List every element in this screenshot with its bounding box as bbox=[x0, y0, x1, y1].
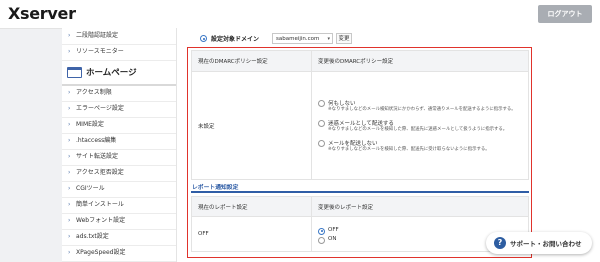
chevron-right-icon: › bbox=[68, 185, 71, 192]
chevron-down-icon: ▾ bbox=[327, 36, 330, 42]
chevron-right-icon: › bbox=[68, 121, 71, 128]
sidebar-item-two-factor[interactable]: › 二段階認証設定 bbox=[62, 28, 176, 45]
question-icon: ? bbox=[494, 237, 506, 249]
chevron-right-icon: › bbox=[68, 153, 71, 160]
sidebar-section-homepage: ホームページ bbox=[62, 62, 176, 86]
chevron-right-icon: › bbox=[68, 105, 71, 112]
xserver-logo[interactable]: Xserver bbox=[8, 4, 76, 23]
sidebar-item-error-page[interactable]: › エラーページ設定 bbox=[62, 101, 176, 118]
sidebar-item-htaccess[interactable]: › .htaccess編集 bbox=[62, 133, 176, 150]
domain-label: 設定対象ドメイン bbox=[211, 36, 260, 43]
domain-select[interactable]: sabameijin.com ▾ bbox=[272, 33, 333, 44]
sidebar-item-ads-txt[interactable]: › ads.txt設定 bbox=[62, 229, 176, 246]
chevron-right-icon: › bbox=[68, 249, 71, 256]
sidebar-item-easy-install[interactable]: › 簡単インストール bbox=[62, 197, 176, 214]
chevron-right-icon: › bbox=[68, 48, 71, 55]
sidebar-item-mime[interactable]: › MIME設定 bbox=[62, 117, 176, 134]
highlight-box bbox=[187, 47, 532, 258]
chevron-right-icon: › bbox=[68, 169, 71, 176]
sidebar: › 二段階認証設定 › リソースモニター ホームページ › アクセス制限 › エ… bbox=[62, 28, 177, 262]
chevron-right-icon: › bbox=[68, 32, 71, 39]
header: Xserver ログアウト bbox=[0, 0, 600, 29]
sidebar-item-access-restriction[interactable]: › アクセス制限 bbox=[62, 85, 176, 102]
chevron-right-icon: › bbox=[68, 233, 71, 240]
chevron-right-icon: › bbox=[68, 217, 71, 224]
chevron-right-icon: › bbox=[68, 201, 71, 208]
browser-window-icon bbox=[67, 67, 82, 78]
chevron-right-icon: › bbox=[68, 89, 71, 96]
sidebar-item-site-redirect[interactable]: › サイト転送設定 bbox=[62, 149, 176, 166]
sidebar-item-access-deny[interactable]: › アクセス拒否設定 bbox=[62, 165, 176, 182]
support-contact-button[interactable]: ? サポート・お問い合わせ bbox=[486, 232, 592, 254]
sidebar-item-cgi-tools[interactable]: › CGIツール bbox=[62, 181, 176, 198]
chevron-right-icon: › bbox=[68, 137, 71, 144]
sidebar-item-resource-monitor[interactable]: › リソースモニター bbox=[62, 44, 176, 61]
sidebar-item-web-font[interactable]: › Webフォント設定 bbox=[62, 213, 176, 230]
logout-button[interactable]: ログアウト bbox=[538, 5, 592, 23]
change-domain-button[interactable]: 変更 bbox=[336, 33, 352, 44]
sidebar-item-xpagespeed[interactable]: › XPageSpeed設定 bbox=[62, 245, 176, 262]
domain-radio[interactable] bbox=[200, 35, 207, 42]
